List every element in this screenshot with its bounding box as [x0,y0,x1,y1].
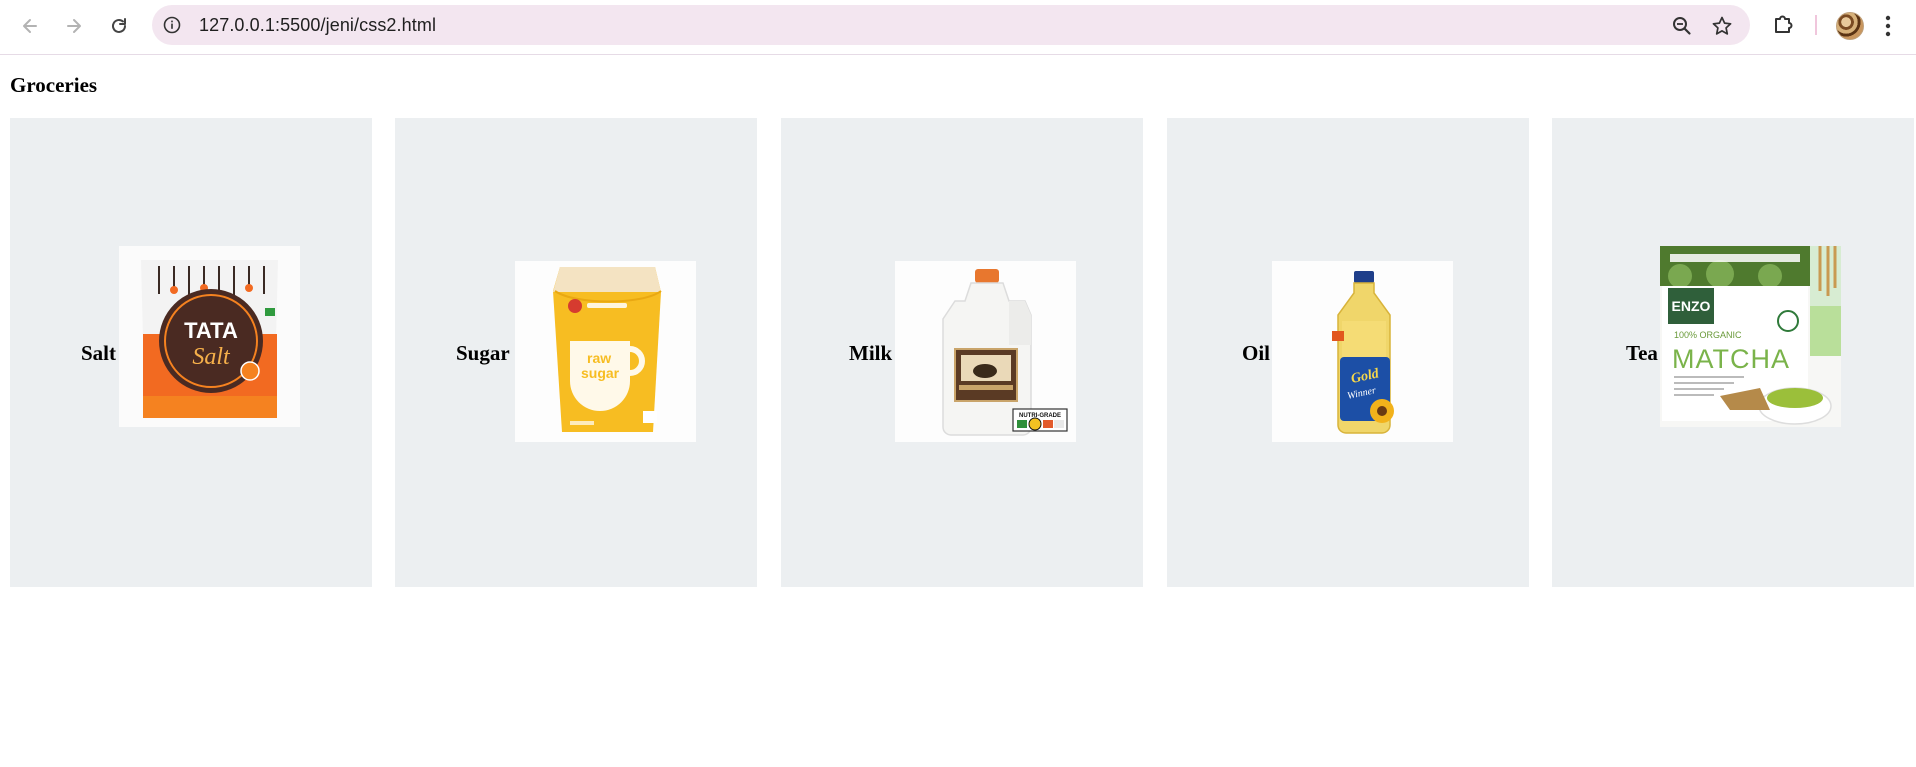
grocery-card-oil: Oil Gold Winner [1167,118,1529,587]
browser-toolbar: 127.0.0.1:5500/jeni/css2.html [0,0,1916,55]
raw-sugar-bag-image: raw sugar [515,261,696,442]
tea-product-image: ENZO 100% ORGANIC MATCHA [1660,246,1841,427]
salt-product-image: TATA Salt [119,246,300,427]
page-title: Groceries [10,73,98,97]
card-label: Tea [1626,341,1658,365]
matcha-tea-pouch-image: ENZO 100% ORGANIC MATCHA [1660,246,1841,427]
grocery-card-salt: Salt TATA Salt [10,118,372,587]
toolbar-divider [1815,15,1817,35]
address-bar[interactable]: 127.0.0.1:5500/jeni/css2.html [152,5,1750,45]
svg-text:TATA: TATA [184,318,238,343]
tata-salt-package-image: TATA Salt [119,246,300,427]
grocery-card-tea: Tea ENZO 100% ORGANIC MATCHA [1552,118,1914,587]
card-label: Sugar [456,341,510,365]
arrow-left-icon [23,19,37,33]
grocery-card-sugar: Sugar raw sugar [395,118,757,587]
reload-button[interactable] [103,10,135,42]
milk-product-image: NUTRI-GRADE [895,261,1076,442]
url-text[interactable]: 127.0.0.1:5500/jeni/css2.html [199,15,436,36]
svg-text:100% ORGANIC: 100% ORGANIC [1674,330,1742,340]
svg-text:sugar: sugar [581,365,620,381]
milk-jug-image: NUTRI-GRADE [895,261,1076,442]
puzzle-icon[interactable] [1771,12,1797,38]
svg-text:raw: raw [587,350,611,366]
card-label: Oil [1242,341,1271,365]
profile-avatar[interactable] [1836,12,1864,40]
back-button[interactable] [14,10,46,42]
page-content: Groceries Salt TATA Salt Sugar raw sugar… [0,55,1916,767]
reload-icon [112,18,126,33]
info-icon[interactable] [163,16,181,34]
card-label: Milk [849,341,893,365]
svg-text:ENZO: ENZO [1672,298,1711,314]
svg-text:Salt: Salt [192,344,231,370]
grocery-card-milk: Milk NUTRI-GRADE [781,118,1143,587]
svg-text:NUTRI-GRADE: NUTRI-GRADE [1019,413,1061,419]
arrow-right-icon [67,19,81,33]
card-label: Salt [81,341,117,365]
sugar-product-image: raw sugar [515,261,696,442]
star-icon[interactable] [1711,15,1733,37]
forward-button[interactable] [58,10,90,42]
sunflower-oil-bottle-image: Gold Winner [1272,261,1453,442]
oil-product-image: Gold Winner [1272,261,1453,442]
svg-text:MATCHA: MATCHA [1672,344,1790,374]
zoom-out-icon[interactable] [1671,15,1693,37]
kebab-menu-icon[interactable] [1884,14,1892,38]
